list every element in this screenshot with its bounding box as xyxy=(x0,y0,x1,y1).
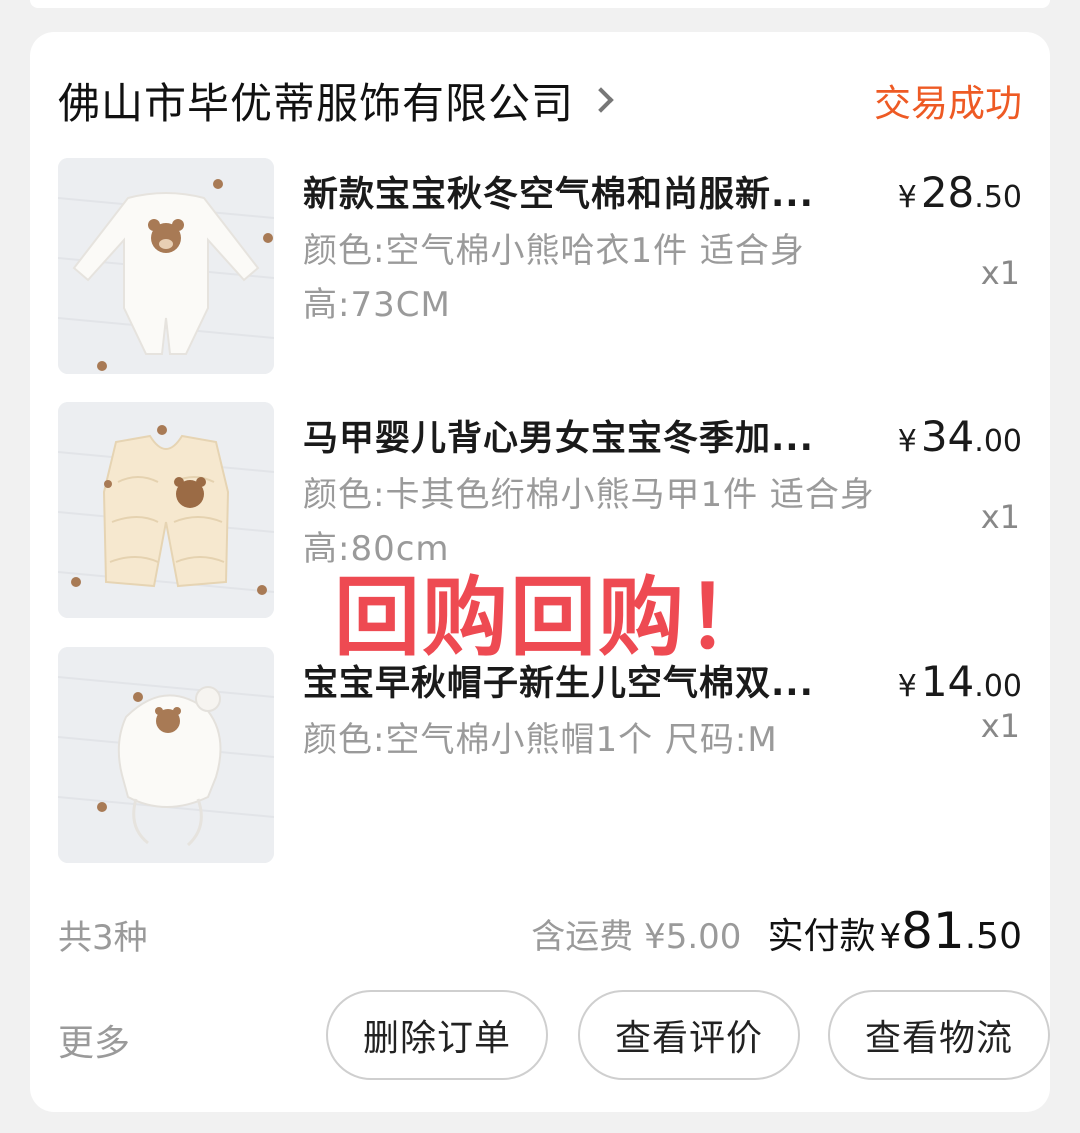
product-spec: 颜色:空气棉小熊帽1个 尺码:M xyxy=(303,713,923,767)
product-title[interactable]: 马甲婴儿背心男女宝宝冬季加... xyxy=(303,410,863,461)
product-price: ¥28.50 xyxy=(898,168,1022,217)
paid-label: 实付款 xyxy=(767,916,876,957)
price-integer: 34 xyxy=(920,412,975,461)
product-quantity: x1 xyxy=(980,498,1020,536)
product-thumbnail[interactable] xyxy=(58,158,274,374)
previous-card-edge xyxy=(30,0,1050,8)
currency-symbol: ¥ xyxy=(897,424,917,459)
order-status: 交易成功 xyxy=(874,82,1022,125)
chevron-right-icon xyxy=(588,87,614,113)
bear-romper-image xyxy=(58,158,274,374)
shop-name: 佛山市毕优蒂服饰有限公司 xyxy=(58,78,575,128)
paid-amount-decimal: .50 xyxy=(964,916,1022,957)
repurchase-overlay-text: 回购回购！ xyxy=(334,568,774,668)
bear-hat-image xyxy=(58,647,274,863)
more-button[interactable]: 更多 xyxy=(58,1014,130,1066)
order-actions: 更多 删除订单 查看评价 查看物流 xyxy=(58,990,1050,1080)
price-decimal: .00 xyxy=(974,669,1022,704)
product-thumbnail[interactable] xyxy=(58,402,274,618)
shop-header[interactable]: 佛山市毕优蒂服饰有限公司 交易成功 xyxy=(58,70,1022,130)
price-decimal: .50 xyxy=(974,180,1022,215)
order-summary: 共3种 含运费 ¥5.00 实付款 ¥ 81 .50 xyxy=(58,902,1022,972)
product-spec: 颜色:空气棉小熊哈衣1件 适合身 高:73CM xyxy=(303,224,923,332)
price-decimal: .00 xyxy=(974,424,1022,459)
view-logistics-button[interactable]: 查看物流 xyxy=(828,990,1050,1080)
spec-line: 颜色:空气棉小熊帽1个 尺码:M xyxy=(303,720,778,760)
order-card: 佛山市毕优蒂服饰有限公司 交易成功 新款宝宝秋冬空气棉和尚服新... 颜色:空气… xyxy=(30,32,1050,1112)
product-thumbnail[interactable] xyxy=(58,647,274,863)
product-quantity: x1 xyxy=(980,254,1020,292)
product-price: ¥14.00 xyxy=(898,657,1022,706)
product-title[interactable]: 新款宝宝秋冬空气棉和尚服新... xyxy=(303,166,863,217)
order-item[interactable]: 新款宝宝秋冬空气棉和尚服新... 颜色:空气棉小熊哈衣1件 适合身 高:73CM… xyxy=(58,158,1022,374)
currency-symbol: ¥ xyxy=(897,180,917,215)
spec-line: 颜色:卡其色绗棉小熊马甲1件 适合身 xyxy=(303,475,875,515)
item-count: 共3种 xyxy=(58,918,148,958)
bear-vest-image xyxy=(58,402,274,618)
currency-symbol: ¥ xyxy=(879,917,902,957)
product-price: ¥34.00 xyxy=(898,412,1022,461)
spec-line: 高:73CM xyxy=(303,285,451,325)
shop-link[interactable]: 佛山市毕优蒂服饰有限公司 xyxy=(58,70,614,131)
shipping-fee: 含运费 ¥5.00 xyxy=(531,917,742,957)
price-integer: 28 xyxy=(920,168,975,217)
order-item[interactable]: 宝宝早秋帽子新生儿空气棉双... 颜色:空气棉小熊帽1个 尺码:M ¥14.00… xyxy=(58,647,1022,863)
order-totals: 含运费 ¥5.00 实付款 ¥ 81 .50 xyxy=(531,902,1022,960)
currency-symbol: ¥ xyxy=(897,669,917,704)
price-integer: 14 xyxy=(920,657,975,706)
product-quantity: x1 xyxy=(980,707,1020,745)
delete-order-button[interactable]: 删除订单 xyxy=(326,990,548,1080)
spec-line: 颜色:空气棉小熊哈衣1件 适合身 xyxy=(303,231,805,271)
paid-amount-integer: 81 xyxy=(901,902,965,960)
view-review-button[interactable]: 查看评价 xyxy=(578,990,800,1080)
